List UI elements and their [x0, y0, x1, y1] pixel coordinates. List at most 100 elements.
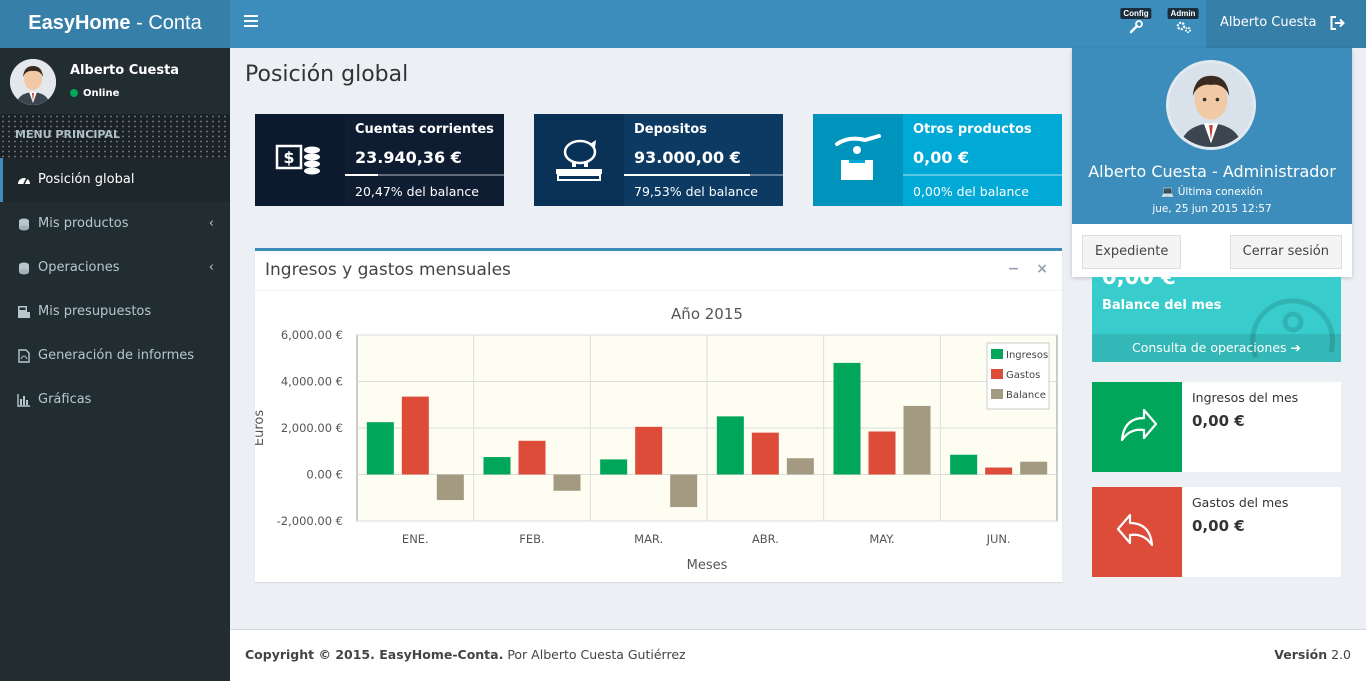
sidebar-item-operaciones[interactable]: Operaciones ‹ — [0, 246, 230, 290]
coins-icon — [19, 218, 29, 231]
hand-coin-icon — [835, 134, 881, 180]
app-logo[interactable]: EasyHome - Conta — [0, 0, 230, 48]
month-balance-label: Balance del mes — [1102, 298, 1222, 313]
legend-swatch — [991, 389, 1003, 399]
bar-ingresos — [833, 362, 861, 475]
admin-button[interactable]: Admin — [1165, 8, 1201, 40]
sidebar-item-informes[interactable]: Generación de informes — [0, 334, 230, 378]
reply-arrow-icon — [1116, 513, 1154, 547]
user-status: Online — [70, 88, 119, 99]
top-navbar: EasyHome - Conta Config Admin Alberto Cu… — [0, 0, 1366, 48]
sidebar-menu-header: MENU PRINCIPAL — [0, 114, 230, 158]
bar-gastos — [401, 396, 429, 475]
sidebar-user-panel: Alberto Cuesta Online — [0, 48, 230, 114]
income-title: Ingresos del mes — [1192, 390, 1299, 405]
expense-box: Gastos del mes 0,00 € — [1092, 487, 1341, 577]
sidebar-item-label: Operaciones — [38, 260, 120, 275]
legend-label: Ingresos — [1006, 350, 1048, 361]
page-title: Posición global — [245, 62, 409, 87]
arrow-circle-right-icon: ➔ — [1290, 340, 1301, 355]
footer: Copyright © 2015. EasyHome-Conta. Por Al… — [230, 629, 1366, 681]
panel-title: Ingresos y gastos mensuales — [265, 260, 511, 280]
info-box-title: Cuentas corrientes — [355, 122, 494, 137]
minimize-icon[interactable]: − — [1008, 261, 1020, 277]
expense-title: Gastos del mes — [1192, 495, 1289, 510]
config-label: Config — [1120, 8, 1152, 19]
x-tick-label: ABR. — [752, 532, 779, 546]
expense-icon-area — [1092, 487, 1182, 577]
info-box-value: 93.000,00 € — [634, 148, 741, 167]
bar-balance — [670, 474, 698, 508]
dashboard-icon — [18, 177, 30, 185]
y-tick-label: 0.00 € — [306, 468, 343, 482]
panel-header: Ingresos y gastos mensuales − × — [255, 251, 1062, 291]
info-box-title: Otros productos — [913, 122, 1032, 137]
sidebar-item-mis-productos[interactable]: Mis productos ‹ — [0, 202, 230, 246]
profile-header: Alberto Cuesta - Administrador 💻 Última … — [1072, 48, 1352, 224]
coins-icon — [19, 262, 29, 275]
legend-label: Balance — [1006, 390, 1046, 401]
last-connection-date: jue, 25 jun 2015 12:57 — [1152, 203, 1272, 215]
y-tick-label: -2,000.00 € — [277, 514, 343, 528]
bar-gastos — [518, 440, 546, 475]
sidebar-item-graficas[interactable]: Gráficas — [0, 378, 230, 422]
info-box-icon-area: $ — [255, 114, 345, 206]
admin-label: Admin — [1167, 8, 1199, 19]
x-axis-label: Meses — [687, 558, 728, 573]
user-menu-button[interactable]: Alberto Cuesta — [1206, 0, 1366, 48]
bar-gastos — [751, 432, 779, 475]
sidebar-item-label: Posición global — [38, 172, 135, 187]
y-tick-label: 4,000.00 € — [281, 375, 343, 389]
chart-panel: Ingresos y gastos mensuales − × Año 2015… — [252, 248, 1062, 582]
sidebar-toggle-icon[interactable] — [244, 15, 258, 29]
piggy-bank-icon — [556, 139, 602, 181]
info-box-title: Depositos — [634, 122, 707, 137]
info-box-otros-productos: Otros productos 0,00 € 0,00% del balance — [813, 114, 1062, 206]
chevron-left-icon: ‹ — [208, 216, 214, 231]
bar-gastos — [635, 426, 663, 475]
legend-swatch — [991, 369, 1003, 379]
info-box-value: 0,00 € — [913, 148, 970, 167]
gears-icon — [1176, 21, 1192, 34]
chevron-left-icon: ‹ — [208, 260, 214, 275]
sidebar-user-name: Alberto Cuesta — [70, 63, 180, 78]
cerrar-sesion-button[interactable]: Cerrar sesión — [1229, 235, 1342, 269]
bar-ingresos — [950, 454, 978, 475]
legend-swatch — [991, 349, 1003, 359]
money-coins-icon: $ — [275, 144, 320, 175]
info-box-icon-area — [813, 114, 903, 206]
bar-chart-icon — [17, 394, 30, 407]
bar-ingresos — [483, 457, 511, 475]
consulta-operaciones-link[interactable]: Consulta de operaciones ➔ — [1092, 334, 1341, 362]
user-profile-dropdown: Alberto Cuesta - Administrador 💻 Última … — [1072, 48, 1352, 277]
expediente-button[interactable]: Expediente — [1082, 235, 1182, 269]
wrench-icon — [1129, 20, 1143, 34]
info-box-desc: 0,00% del balance — [913, 184, 1029, 199]
profile-name: Alberto Cuesta - Administrador — [1088, 162, 1336, 181]
info-box-cuentas-corrientes: $ Cuentas corrientes 23.940,36 € 20,47% … — [255, 114, 504, 206]
x-tick-label: MAR. — [634, 532, 663, 546]
bar-ingresos — [716, 416, 744, 475]
sidebar: Alberto Cuesta Online MENU PRINCIPAL Pos… — [0, 48, 230, 681]
sidebar-item-label: Gráficas — [38, 392, 92, 407]
avatar — [10, 59, 56, 105]
config-button[interactable]: Config — [1118, 8, 1154, 40]
logo-rest: - Conta — [130, 12, 202, 34]
x-tick-label: FEB. — [519, 532, 544, 546]
bar-gastos — [985, 467, 1013, 475]
close-icon[interactable]: × — [1036, 261, 1048, 277]
sidebar-item-mis-presupuestos[interactable]: Mis presupuestos — [0, 290, 230, 334]
avatar — [1166, 60, 1256, 150]
info-box-value: 23.940,36 € — [355, 148, 462, 167]
bar-balance — [903, 405, 931, 475]
logo-bold: EasyHome — [28, 12, 131, 34]
income-box: Ingresos del mes 0,00 € — [1092, 382, 1341, 472]
expense-value: 0,00 € — [1192, 517, 1245, 535]
logout-icon — [1330, 16, 1345, 30]
info-box-depositos: Depositos 93.000,00 € 79,53% del balance — [534, 114, 783, 206]
sidebar-item-posicion-global[interactable]: Posición global — [0, 158, 230, 202]
info-box-desc: 79,53% del balance — [634, 184, 758, 199]
bar-balance — [436, 474, 464, 501]
month-balance-box: 0,00 € Balance del mes Consulta de opera… — [1092, 277, 1341, 362]
legend-label: Gastos — [1006, 370, 1040, 381]
